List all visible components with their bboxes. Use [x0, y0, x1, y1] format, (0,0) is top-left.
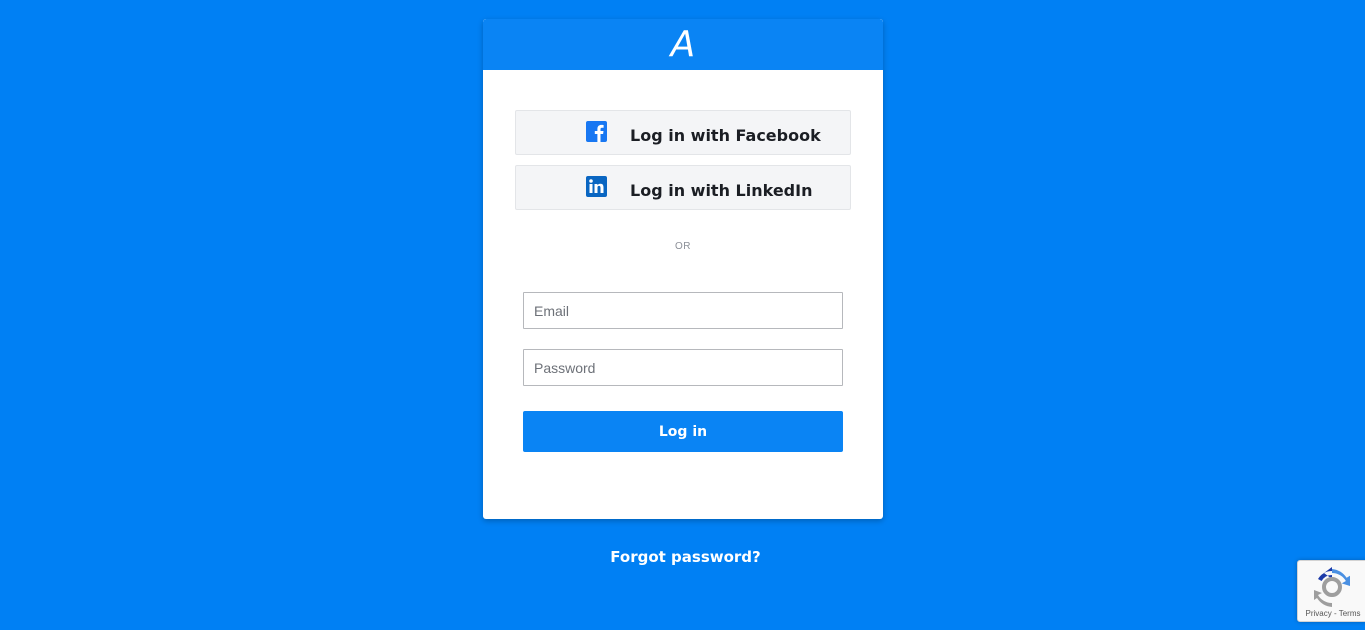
linkedin-icon [586, 176, 607, 197]
recaptcha-icon [1312, 567, 1352, 607]
email-field[interactable] [523, 292, 843, 329]
linkedin-login-button[interactable]: Log in with LinkedIn [515, 165, 851, 210]
or-divider: OR [675, 241, 691, 252]
password-field[interactable] [523, 349, 843, 386]
recaptcha-links[interactable]: Privacy - Terms [1298, 609, 1365, 618]
login-card: A Log in with Facebook Log in with Linke… [483, 19, 883, 519]
linkedin-login-label: Log in with LinkedIn [630, 181, 813, 200]
facebook-login-button[interactable]: Log in with Facebook [515, 110, 851, 155]
facebook-login-label: Log in with Facebook [630, 126, 821, 145]
brand-logo: A [670, 23, 696, 65]
login-button[interactable]: Log in [523, 411, 843, 452]
recaptcha-badge[interactable]: Privacy - Terms [1297, 560, 1365, 622]
facebook-icon [586, 121, 607, 142]
card-header: A [483, 19, 883, 70]
forgot-password-link[interactable]: Forgot password? [0, 548, 1365, 566]
